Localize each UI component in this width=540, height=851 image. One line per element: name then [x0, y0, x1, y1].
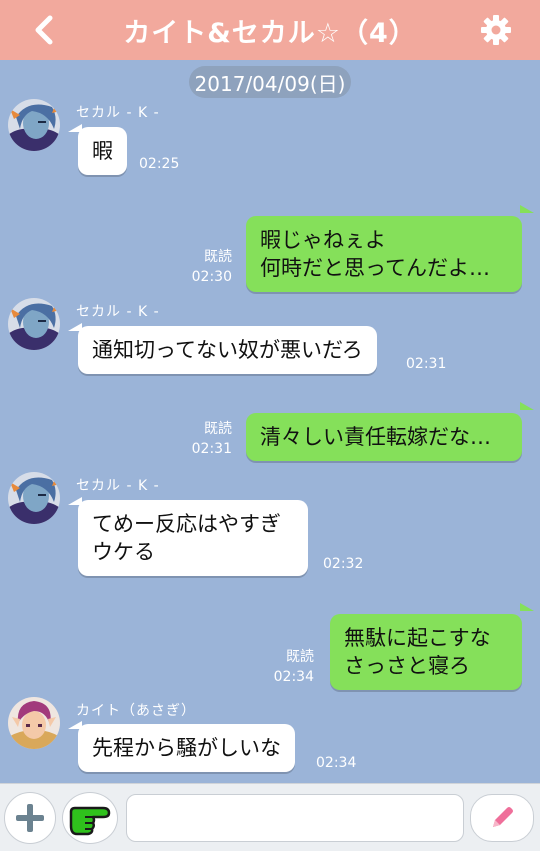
message-text: 暇	[92, 139, 113, 163]
message-time: 02:30	[191, 269, 232, 285]
message-time: 02:34	[273, 669, 314, 685]
message-text: 通知切ってない奴が悪いだろ	[92, 338, 363, 362]
chat-title: カイト&セカル☆（4）	[123, 17, 417, 49]
message-bubble[interactable]: 先程から騒がしいな	[78, 724, 295, 772]
message-sender: セカル - K -	[76, 105, 160, 121]
message-sender: セカル - K -	[76, 304, 160, 320]
back-button[interactable]	[26, 12, 62, 48]
avatar-kaito[interactable]	[8, 697, 60, 749]
message-sender: セカル - K -	[76, 478, 160, 494]
bubble-tail	[520, 205, 534, 213]
message-time: 02:25	[139, 156, 180, 172]
settings-button[interactable]	[478, 12, 514, 48]
message-bubble[interactable]: 無駄に起こすな さっさと寝ろ	[330, 614, 522, 690]
bubble-tail	[520, 603, 534, 611]
gear-icon	[481, 15, 511, 45]
message-bubble[interactable]: 暇じゃねぇよ 何時だと思ってんだよ…	[246, 216, 522, 292]
read-receipt: 既読	[204, 421, 232, 437]
message-input[interactable]	[126, 794, 464, 842]
message-bubble[interactable]: 清々しい責任転嫁だな…	[246, 413, 522, 461]
message-time: 02:32	[323, 556, 364, 572]
plus-icon	[16, 804, 44, 832]
message-sender: カイト（あさぎ）	[76, 703, 196, 719]
message-bubble[interactable]: 通知切ってない奴が悪いだろ	[78, 326, 377, 374]
message-time: 02:34	[316, 755, 357, 771]
message-text: 無駄に起こすな	[344, 626, 491, 650]
message-text: ウケる	[92, 540, 155, 564]
chat-header: カイト&セカル☆（4）	[0, 0, 540, 60]
message-text: さっさと寝ろ	[344, 654, 470, 678]
pointing-hand-icon	[69, 806, 111, 836]
add-button[interactable]	[4, 792, 56, 844]
message-text: 暇じゃねぇよ	[260, 228, 386, 252]
message-text: 先程から騒がしいな	[92, 736, 281, 760]
date-separator: 2017/04/09(日)	[189, 66, 351, 98]
message-bubble[interactable]: てめー反応はやすぎ ウケる	[78, 500, 308, 576]
bubble-tail	[520, 402, 534, 410]
message-bubble[interactable]: 暇	[78, 127, 127, 175]
message-text: 何時だと思ってんだよ…	[260, 256, 490, 280]
compose-button[interactable]	[470, 794, 534, 842]
read-receipt: 既読	[204, 249, 232, 265]
stamp-button[interactable]	[62, 792, 118, 844]
avatar-sekaru[interactable]	[8, 99, 60, 151]
read-receipt: 既読	[286, 649, 314, 665]
composer-bar	[0, 783, 540, 851]
pencil-icon	[493, 807, 513, 827]
avatar-sekaru[interactable]	[8, 298, 60, 350]
chevron-left-icon	[35, 15, 53, 45]
message-text: てめー反応はやすぎ	[92, 512, 281, 536]
avatar-sekaru[interactable]	[8, 472, 60, 524]
message-time: 02:31	[191, 441, 232, 457]
message-time: 02:31	[406, 356, 447, 372]
message-text: 清々しい責任転嫁だな…	[260, 425, 491, 449]
